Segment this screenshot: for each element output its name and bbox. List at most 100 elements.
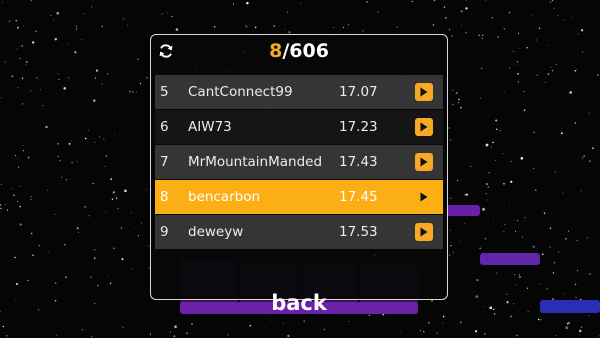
star: [129, 90, 131, 93]
star: [560, 132, 563, 135]
star: [465, 0, 467, 2]
back-button[interactable]: back: [151, 291, 447, 315]
leaderboard-row[interactable]: 6 AIW73 17.23: [155, 110, 443, 144]
star: [539, 283, 541, 285]
star: [39, 89, 41, 91]
star: [450, 197, 452, 199]
leaderboard-row-current-player[interactable]: 8 bencarbon 17.45: [155, 180, 443, 214]
star: [146, 77, 148, 79]
star: [130, 212, 132, 214]
star: [449, 229, 451, 231]
star: [574, 283, 577, 285]
star: [35, 77, 38, 79]
star: [16, 26, 19, 29]
star: [103, 138, 105, 140]
star: [574, 70, 577, 72]
star: [348, 23, 350, 26]
star: [581, 157, 584, 159]
star: [21, 45, 24, 47]
star: [484, 238, 486, 240]
star: [107, 73, 109, 75]
star: [92, 99, 96, 102]
star: [465, 32, 467, 34]
star: [485, 143, 489, 147]
star: [544, 82, 546, 84]
star: [423, 330, 425, 333]
star: [287, 11, 289, 13]
star: [555, 335, 557, 337]
star: [569, 91, 573, 94]
star: [465, 7, 468, 10]
star: [136, 91, 138, 93]
star: [1, 184, 3, 185]
star: [451, 103, 454, 106]
star: [113, 133, 115, 135]
star: [303, 320, 305, 322]
star: [5, 204, 7, 205]
play-replay-button[interactable]: [415, 223, 433, 241]
star: [470, 165, 472, 168]
leaderboard-row[interactable]: 7 MrMountainManded 17.43: [155, 145, 443, 179]
star: [586, 237, 588, 239]
star: [506, 301, 509, 304]
star: [17, 201, 19, 203]
star: [68, 77, 70, 79]
star: [459, 241, 461, 243]
star: [92, 182, 94, 185]
star: [377, 11, 379, 13]
star: [18, 166, 20, 168]
star: [515, 230, 517, 232]
star: [449, 29, 451, 31]
star: [512, 50, 514, 52]
star: [146, 189, 148, 191]
star: [452, 251, 454, 253]
star: [54, 213, 56, 215]
star: [15, 20, 17, 22]
leaderboard-row[interactable]: 9 deweyw 17.53: [155, 215, 443, 249]
star: [362, 30, 364, 32]
star: [94, 249, 96, 251]
star: [121, 258, 124, 261]
star: [174, 325, 177, 329]
star: [549, 227, 552, 229]
star: [542, 253, 544, 256]
play-replay-button[interactable]: [415, 153, 433, 171]
star: [518, 274, 520, 276]
star: [30, 90, 32, 92]
star: [131, 268, 133, 270]
star: [567, 322, 569, 325]
star: [111, 198, 114, 200]
star: [490, 146, 492, 148]
star: [524, 217, 526, 219]
star: [484, 0, 487, 1]
star: [120, 227, 122, 229]
row-rank: 8: [160, 189, 169, 205]
leaderboard-row[interactable]: 5 CantConnect99 17.07: [155, 75, 443, 109]
play-replay-button[interactable]: [415, 118, 433, 136]
star: [488, 172, 490, 174]
star: [56, 334, 58, 336]
star: [81, 329, 83, 331]
star: [463, 223, 465, 225]
star: [98, 136, 100, 138]
leaderboard-list: 5 CantConnect99 17.07 6 AIW73 17.23 7 Mr…: [155, 75, 443, 250]
star: [580, 29, 584, 32]
star: [474, 330, 478, 333]
star: [442, 322, 444, 324]
star: [443, 6, 446, 8]
play-replay-button[interactable]: [415, 83, 433, 101]
star: [428, 322, 430, 324]
star: [117, 208, 119, 210]
play-replay-button[interactable]: [415, 188, 433, 206]
star: [444, 16, 448, 19]
star: [459, 321, 463, 324]
star: [30, 196, 32, 198]
star: [17, 158, 19, 160]
star: [553, 7, 556, 9]
star: [57, 73, 59, 75]
star: [513, 274, 516, 276]
star: [21, 77, 24, 80]
star: [4, 61, 6, 63]
star: [576, 68, 578, 70]
star: [486, 183, 488, 185]
